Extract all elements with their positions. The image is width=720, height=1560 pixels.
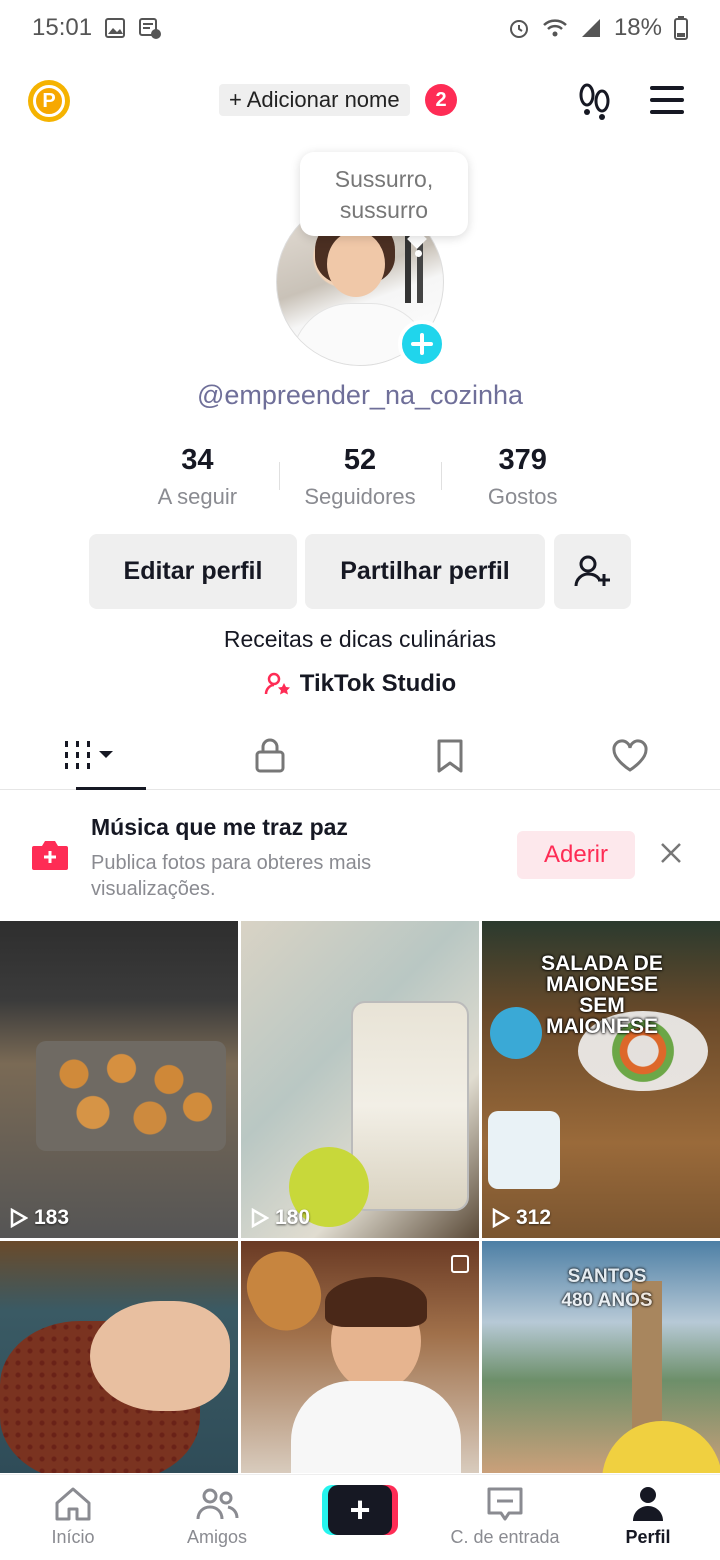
stat-value: 379 [498,444,547,476]
stat-following[interactable]: 34 A seguir [116,440,279,520]
video-overlay-text: SALADA DE MAIONESE SEM MAIONESE [541,952,663,1038]
add-name-badge: 2 [425,84,457,116]
play-icon [492,1208,510,1228]
nav-label: Início [51,1527,95,1547]
banner-subtitle: Publica fotos para obteres mais visualiz… [91,852,372,900]
inbox-icon [487,1487,523,1521]
view-count: 183 [10,1206,69,1230]
tab-liked[interactable] [540,722,720,789]
status-bubble[interactable]: Sussurro, sussurro [300,152,468,236]
create-button[interactable]: + [322,1485,398,1535]
video-thumbnail[interactable]: SALADA DE MAIONESE SEM MAIONESE 312 [482,921,720,1238]
close-icon[interactable] [658,840,684,866]
tab-saved[interactable] [360,722,540,789]
plus-icon: + [328,1485,392,1535]
photo-add-icon [32,841,68,870]
bookmark-icon [437,739,463,772]
play-icon [251,1208,269,1228]
profile-icon [633,1487,663,1521]
nav-home[interactable]: Início [8,1485,138,1548]
friends-icon [196,1488,239,1520]
studio-label: TikTok Studio [299,670,457,697]
stat-label: Seguidores [304,484,416,509]
grid-icon [65,740,113,769]
share-profile-button[interactable]: Partilhar perfil [305,534,545,609]
nav-label: C. de entrada [450,1527,560,1547]
video-overlay-text: SANTOS 480 ANOS [561,1266,653,1311]
profile-stats: 34 A seguir 52 Seguidores 379 Gostos [116,440,604,520]
nav-label: Amigos [186,1527,248,1547]
alarm-icon [509,20,528,38]
stat-value: 52 [343,444,377,476]
coin-icon[interactable]: P [28,80,70,122]
view-count: 180 [251,1206,310,1230]
tab-private[interactable] [180,722,360,789]
username: @empreender_na_cozinha [196,380,524,410]
plus-icon [411,333,433,355]
stat-label: A seguir [157,484,238,509]
video-thumbnail[interactable]: 183 [0,921,238,1238]
studio-icon [264,672,290,695]
add-name-button[interactable]: + Adicionar nome [219,84,410,116]
notification-icon [139,18,162,39]
status-bar: 15:01 18% [0,0,720,56]
join-button[interactable]: Aderir [517,831,635,879]
profile-bio: Receitas e dicas culinárias [223,626,497,652]
banner-title: Música que me traz paz [91,814,348,840]
bubble-dot [415,250,422,257]
video-grid: 183 180 SALADA DE MAIONESE SEM MAIONESE … [0,921,720,1473]
gallery-icon [105,18,126,38]
tiktok-studio-link[interactable]: TikTok Studio [0,670,720,698]
battery-percent: 18% [613,14,662,41]
add-user-icon [574,555,610,586]
nav-label: Perfil [625,1527,671,1547]
view-count: 312 [492,1206,551,1230]
add-avatar-button[interactable] [398,320,446,368]
video-thumbnail[interactable] [241,1241,479,1473]
edit-profile-button[interactable]: Editar perfil [89,534,297,609]
video-thumbnail[interactable] [0,1241,238,1473]
lock-icon [255,738,285,772]
stat-likes[interactable]: 379 Gostos [441,440,604,520]
home-icon [55,1487,91,1521]
music-promo-banner: Música que me traz paz Publica fotos par… [0,792,720,920]
heart-icon [612,738,648,772]
profile-tabs [0,722,720,790]
nav-inbox[interactable]: C. de entrada [440,1485,570,1548]
footprints-icon[interactable] [576,82,614,120]
stat-followers[interactable]: 52 Seguidores [278,440,442,520]
tab-videos[interactable] [0,722,180,790]
signal-icon [581,19,600,37]
video-thumbnail[interactable]: 180 [241,921,479,1238]
profile-header: P + Adicionar nome 2 [0,70,720,130]
add-friends-button[interactable] [554,534,631,609]
wifi-icon [543,19,567,37]
video-thumbnail[interactable]: SANTOS 480 ANOS [482,1241,720,1473]
nav-friends[interactable]: Amigos [152,1485,282,1548]
play-icon [10,1208,28,1228]
status-time: 15:01 [32,14,93,41]
stat-label: Gostos [487,484,558,509]
nav-profile[interactable]: Perfil [583,1485,713,1548]
battery-icon [674,16,688,40]
menu-icon[interactable] [650,86,684,114]
bottom-navigation: Início Amigos + C. de entrada Perfil [0,1474,720,1560]
stat-value: 34 [181,444,214,476]
